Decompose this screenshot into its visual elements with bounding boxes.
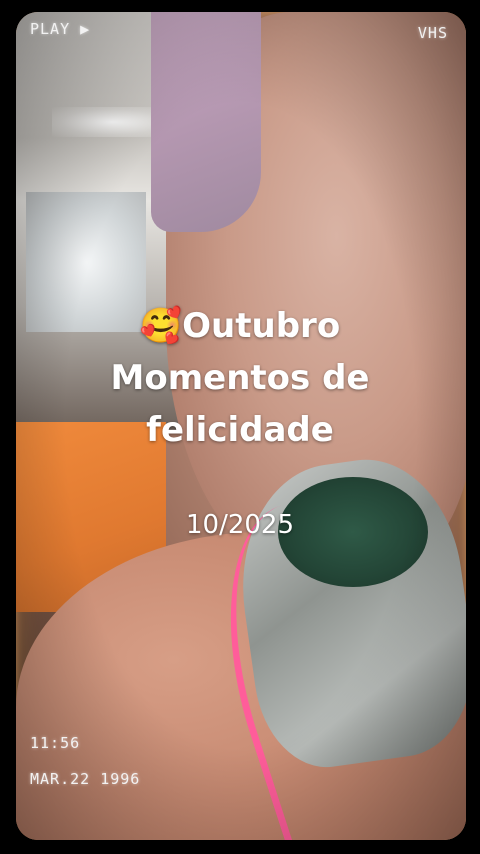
timestamp-date: MAR.22 1996 <box>30 770 141 788</box>
play-triangle-icon: ▶ <box>80 20 91 38</box>
title-line-3: felicidade <box>146 410 334 450</box>
vhs-label: VHS <box>417 24 448 42</box>
title-line-1: Outubro <box>182 306 341 346</box>
overlay-title: 🥰Outubro Momentos de felicidade <box>0 300 480 456</box>
month-year-label: 10/2025 <box>185 510 294 540</box>
play-label: PLAY <box>30 20 71 38</box>
play-indicator: PLAY ▶ <box>30 20 90 38</box>
video-screen: PLAY ▶ VHS 11:56 MAR.22 1996 🥰Outubro Mo… <box>0 0 480 854</box>
smiling-hearts-emoji-icon: 🥰 <box>139 306 183 346</box>
timestamp-time: 11:56 <box>30 734 81 752</box>
title-line-2: Momentos de <box>110 358 370 398</box>
